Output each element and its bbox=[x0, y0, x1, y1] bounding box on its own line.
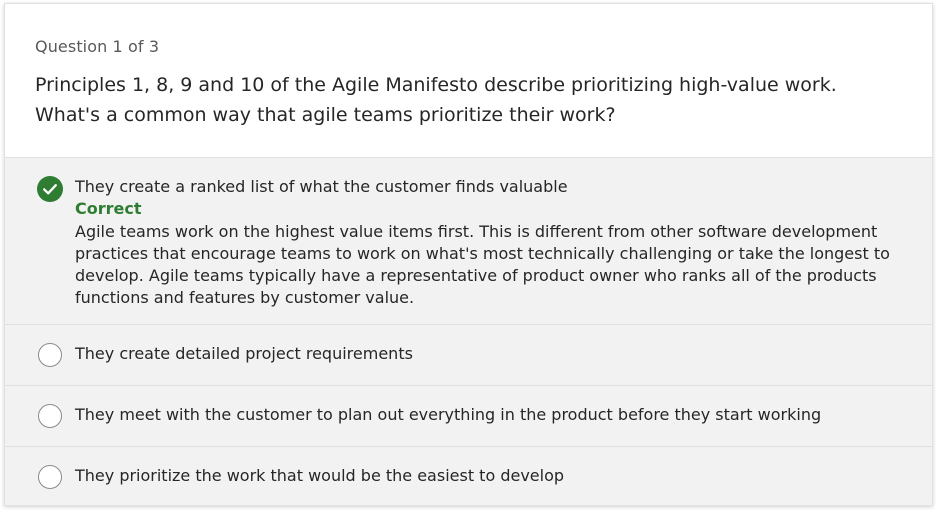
answer-option-label: They meet with the customer to plan out … bbox=[75, 405, 822, 424]
answer-options: They create a ranked list of what the cu… bbox=[5, 157, 932, 505]
answer-option-label: They create detailed project requirement… bbox=[75, 344, 413, 363]
question-counter: Question 1 of 3 bbox=[35, 37, 160, 56]
answer-option-2[interactable]: They create detailed project requirement… bbox=[5, 324, 932, 385]
question-text: Principles 1, 8, 9 and 10 of the Agile M… bbox=[35, 74, 837, 126]
answer-option-3[interactable]: They meet with the customer to plan out … bbox=[5, 385, 932, 446]
quiz-card: Question 1 of 3 Principles 1, 8, 9 and 1… bbox=[4, 3, 933, 506]
radio-empty-icon[interactable] bbox=[38, 465, 62, 489]
radio-empty-icon[interactable] bbox=[38, 343, 62, 367]
answer-option-label: They create a ranked list of what the cu… bbox=[75, 177, 568, 196]
answer-option-1[interactable]: They create a ranked list of what the cu… bbox=[5, 157, 932, 324]
answer-option-4[interactable]: They prioritize the work that would be t… bbox=[5, 446, 932, 505]
answer-option-label: They prioritize the work that would be t… bbox=[75, 466, 565, 485]
radio-empty-icon[interactable] bbox=[38, 404, 62, 428]
feedback-explanation: Agile teams work on the highest value it… bbox=[75, 222, 890, 307]
feedback-status: Correct bbox=[75, 199, 142, 218]
check-circle-icon bbox=[37, 176, 63, 202]
question-header: Question 1 of 3 Principles 1, 8, 9 and 1… bbox=[5, 4, 932, 157]
